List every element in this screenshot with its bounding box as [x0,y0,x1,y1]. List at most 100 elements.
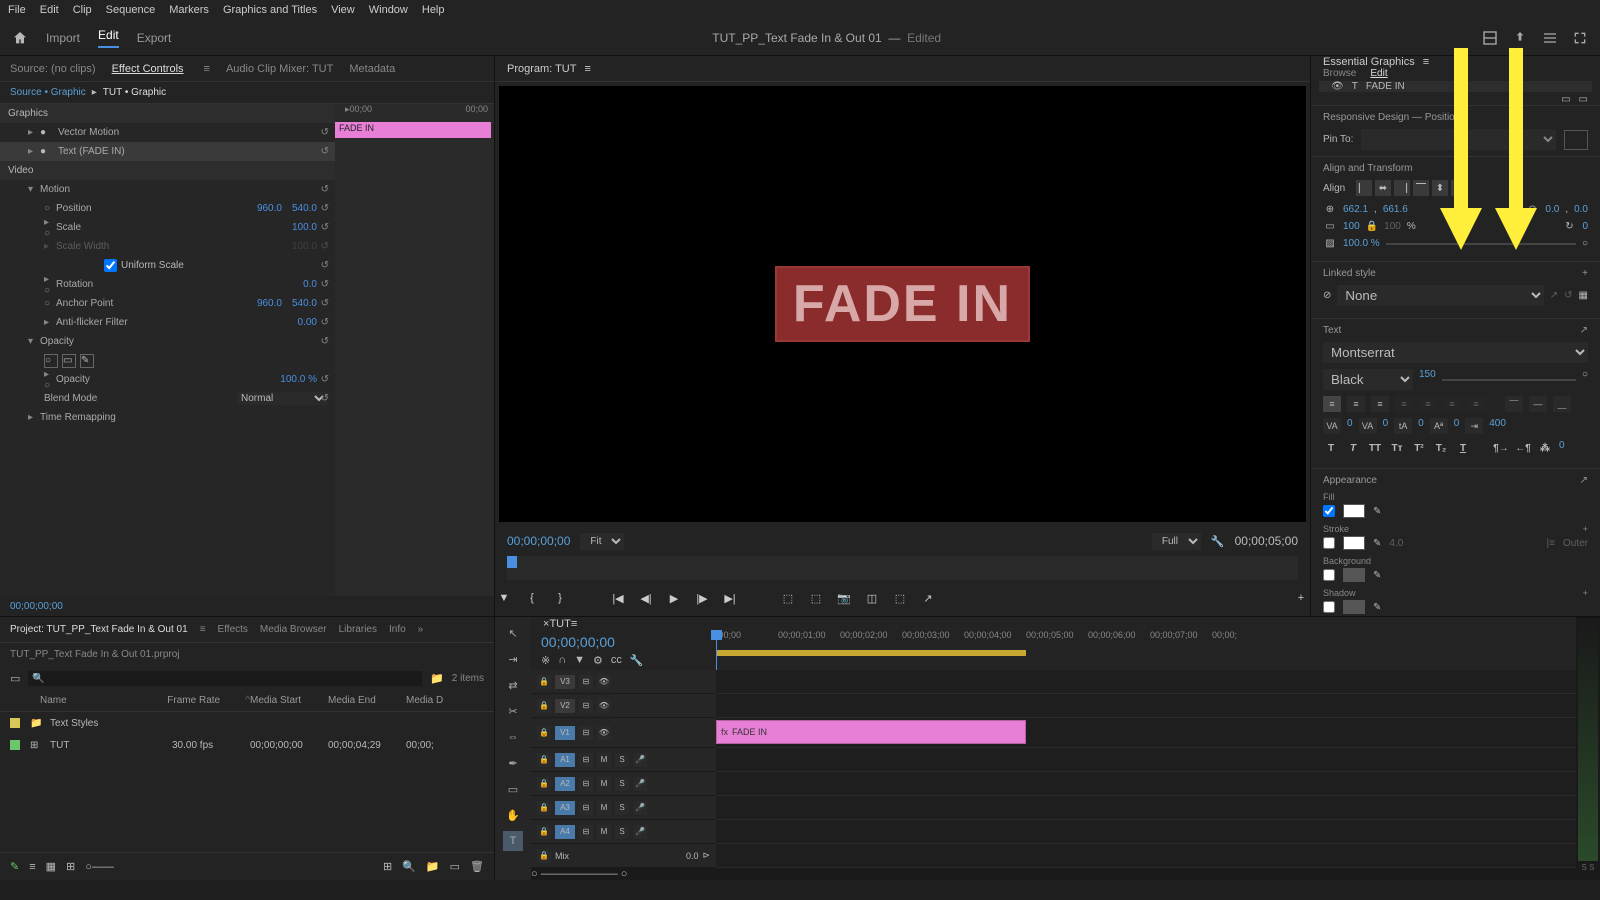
faux-italic-icon[interactable]: T [1345,440,1361,456]
home-icon[interactable] [12,30,28,46]
ec-uniform-scale[interactable]: Uniform Scale↺ [0,256,335,275]
add-style-icon[interactable]: + [1582,268,1588,279]
tab-libraries[interactable]: Libraries [339,624,377,635]
overwrite-icon[interactable]: ↗ [919,589,937,607]
program-current-time[interactable]: 00;00;00;00 [507,534,570,548]
selection-tool-icon[interactable]: ↖ [503,623,523,643]
scale-lock-icon[interactable]: 🔒 [1366,221,1378,232]
shadow-eyedropper-icon[interactable]: ✎ [1373,602,1381,613]
program-playhead[interactable] [507,556,517,568]
cc-icon[interactable]: cc [611,654,622,667]
eg-scale[interactable]: 100 [1343,221,1360,232]
align-right-icon[interactable]: ⎹ [1394,180,1410,196]
eg-weight-select[interactable]: Black [1323,369,1413,390]
play-icon[interactable]: ▶ [665,589,683,607]
new-bin-icon[interactable]: 📁 [426,860,440,873]
insert-icon[interactable]: ⬚ [891,589,909,607]
zoom-slider[interactable]: ○—— [85,861,114,873]
text-options-icon[interactable]: ↗ [1580,325,1588,336]
appearance-options-icon[interactable]: ↗ [1580,475,1588,486]
bg-eyedropper-icon[interactable]: ✎ [1373,570,1381,581]
superscript-icon[interactable]: T² [1411,440,1427,456]
col-framerate[interactable]: Frame Rate [167,695,245,706]
ec-text-layer[interactable]: ▸●Text (FADE IN)↺ [0,142,335,161]
fill-swatch[interactable] [1343,504,1365,518]
ec-flicker[interactable]: ▸Anti-flicker Filter0.00↺ [0,313,335,332]
menu-edit[interactable]: Edit [40,4,59,16]
new-item-icon[interactable]: ▭ [450,860,460,873]
tab-export[interactable]: Export [137,31,172,45]
list-view-icon[interactable]: ≡ [29,861,35,873]
layer-options-icon[interactable]: ▭ [1579,94,1588,105]
subscript-icon[interactable]: T₂ [1433,440,1449,456]
tab-audio-mixer[interactable]: Audio Clip Mixer: TUT [226,63,333,75]
timeline-current-time[interactable]: 00;00;00;00 [541,634,706,650]
add-shadow-icon[interactable]: + [1583,588,1588,598]
faux-bold-icon[interactable]: T [1323,440,1339,456]
icon-view-icon[interactable]: ▦ [46,860,56,873]
slip-tool-icon[interactable]: ⇔ [503,727,523,747]
track-a2-header[interactable]: 🔒A2⊟MS🎤 [531,772,716,796]
eg-opacity[interactable]: 100.0 % [1343,238,1380,249]
stroke-swatch[interactable] [1343,536,1365,550]
menu-file[interactable]: File [8,4,26,16]
menu-view[interactable]: View [331,4,355,16]
eg-edit-tab[interactable]: Edit [1370,68,1387,79]
eg-pin-select[interactable] [1361,129,1556,150]
type-tool-icon[interactable]: T [503,831,523,851]
background-toggle[interactable] [1323,569,1335,581]
track-a1-header[interactable]: 🔒A1⊟MS🎤 [531,748,716,772]
track-mix-header[interactable]: 🔒Mix0.0⊳ [531,844,716,868]
text-align-center-icon[interactable]: ≡ [1347,396,1365,412]
mark-out-icon[interactable]: } [551,589,569,607]
track-select-tool-icon[interactable]: ⇥ [503,649,523,669]
track-a4-header[interactable]: 🔒A4⊟MS🎤 [531,820,716,844]
eg-pos-y[interactable]: 661.6 [1383,204,1408,215]
new-layer-icon[interactable]: ▭ [1561,94,1570,105]
push-style-icon[interactable]: ↗ [1550,290,1558,301]
fill-eyedropper-icon[interactable]: ✎ [1373,506,1381,517]
eg-anchor-y[interactable]: 0.0 [1574,204,1588,215]
allcaps-icon[interactable]: TT [1367,440,1383,456]
col-mediad[interactable]: Media D [406,695,484,706]
tab-info[interactable]: Info [389,624,406,635]
work-area-bar[interactable] [716,650,1026,656]
stroke-eyedropper-icon[interactable]: ✎ [1373,538,1381,549]
track-v3-header[interactable]: 🔒V3⊟👁 [531,670,716,694]
eg-rotation[interactable]: 0 [1582,221,1588,232]
trash-icon[interactable]: 🗑 [470,860,484,873]
text-vcenter-icon[interactable]: — [1529,396,1547,412]
add-marker-icon[interactable]: ▼ [495,589,513,607]
stroke-toggle[interactable] [1323,537,1335,549]
add-stroke-icon[interactable]: + [1583,524,1588,534]
auto-sequence-icon[interactable]: ⊞ [383,860,392,873]
step-back-icon[interactable]: ◀| [637,589,655,607]
text-graphic[interactable]: FADE IN [775,266,1030,342]
eg-font-size[interactable]: 150 [1419,369,1436,390]
ec-anchor[interactable]: ○Anchor Point960.0540.0↺ [0,294,335,313]
ec-blend-mode[interactable]: Blend ModeNormal↺ [0,389,335,408]
eg-panel-tab[interactable]: Essential Graphics≡ [1311,56,1600,68]
fill-toggle[interactable] [1323,505,1335,517]
ec-source-crumb[interactable]: Source • Graphic [10,87,86,98]
export-frame-icon[interactable]: 📷 [835,589,853,607]
ec-scale[interactable]: ▸ ○Scale100.0↺ [0,218,335,237]
snap-icon[interactable]: ※ [541,654,550,667]
find-icon[interactable]: 🔍 [402,860,416,873]
eye-icon[interactable]: 👁 [1331,81,1344,92]
extract-icon[interactable]: ⬚ [807,589,825,607]
timeline-sequence-tab[interactable]: × TUT ≡ [531,617,1576,630]
maximize-icon[interactable] [1572,30,1588,46]
timeline-h-scroll[interactable]: ○ ——————— ○ [531,868,1576,880]
align-bottom-icon[interactable]: ⎽ [1451,180,1467,196]
timeline-content[interactable]: fx FADE IN [716,670,1576,868]
razor-tool-icon[interactable]: ✂ [503,701,523,721]
eg-anchor-x[interactable]: 0.0 [1545,204,1559,215]
col-mediastart[interactable]: Media Start [250,695,328,706]
ec-opacity[interactable]: ▾Opacity↺ [0,332,335,351]
tab-metadata[interactable]: Metadata [349,63,395,75]
tabs-overflow-icon[interactable]: » [418,624,424,635]
menu-window[interactable]: Window [369,4,408,16]
smallcaps-icon[interactable]: Tᴛ [1389,440,1405,456]
ec-seq-crumb[interactable]: TUT • Graphic [103,87,166,98]
